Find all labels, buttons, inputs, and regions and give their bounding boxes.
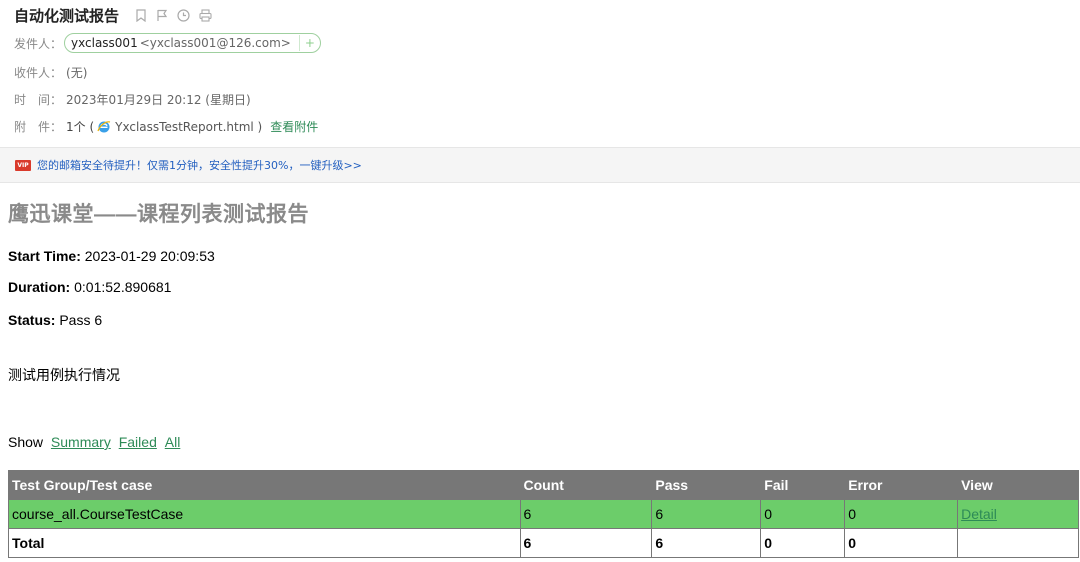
row-pass: 6 (651, 499, 762, 529)
header-pass: Pass (651, 470, 762, 500)
view-attachment-link[interactable]: 查看附件 (270, 118, 318, 135)
sender-email: <yxclass001@126.com> (139, 36, 291, 50)
ie-file-icon (97, 120, 111, 134)
attachment-filename[interactable]: YxclassTestReport.html ) (115, 120, 262, 134)
header-fail: Fail (760, 470, 846, 500)
detail-link[interactable]: Detail (961, 506, 997, 522)
row-error: 0 (844, 499, 959, 529)
attachment-info: 1个 ( YxclassTestReport.html ) 查看附件 (66, 118, 318, 135)
total-view (957, 528, 1079, 558)
table-row: course_all.CourseTestCase 6 6 0 0 Detail (8, 499, 1079, 529)
show-all-link[interactable]: All (165, 434, 181, 450)
to-label: 收件人： (14, 66, 63, 80)
total-fail: 0 (760, 528, 846, 558)
time-value: 2023年01月29日 20:12 (星期日) (66, 93, 251, 107)
status-label: Status: (8, 312, 56, 328)
start-time-label: Start Time: (8, 248, 81, 264)
row-test-case: course_all.CourseTestCase (8, 499, 521, 529)
from-label: 发件人： (14, 36, 63, 51)
attach-label: 附 件： (14, 120, 63, 134)
section-heading: 测试用例执行情况 (8, 367, 120, 383)
header-view: View (957, 470, 1079, 500)
sender-pill[interactable]: yxclass001 <yxclass001@126.com> + (64, 33, 321, 53)
status: Status: Pass 6 (8, 312, 102, 328)
duration: Duration: 0:01:52.890681 (8, 279, 171, 295)
time-row: 时 间： 2023年01月29日 20:12 (星期日) (14, 91, 251, 108)
test-report: 鹰迅课堂——课程列表测试报告 Start Time: 2023-01-29 20… (8, 182, 1079, 558)
duration-label: Duration: (8, 279, 71, 295)
attachment-row: 附 件： 1个 ( YxclassTestReport.html ) 查看附件 (14, 118, 318, 135)
total-count: 6 (519, 528, 653, 558)
subject-row: 自动化测试报告 (14, 4, 212, 26)
mail-subject: 自动化测试报告 (14, 6, 120, 25)
flag-icon[interactable] (156, 9, 168, 22)
show-summary-link[interactable]: Summary (51, 434, 111, 450)
bookmark-icon[interactable] (135, 8, 147, 22)
sender-row: 发件人： yxclass001 <yxclass001@126.com> + (14, 33, 321, 53)
to-value: (无) (66, 66, 88, 80)
header-test-case: Test Group/Test case (8, 470, 521, 500)
mail-header: 自动化测试报告 发件人： yxclass001 <yxclass001@126.… (0, 0, 1080, 147)
header-error: Error (844, 470, 959, 500)
status-value: Pass 6 (55, 312, 103, 328)
row-count: 6 (519, 499, 653, 529)
add-contact-button[interactable]: + (298, 35, 320, 51)
security-upgrade-link[interactable]: 您的邮箱安全待提升！仅需1分钟，安全性提升30%，一键升级>> (37, 157, 362, 173)
start-time: Start Time: 2023-01-29 20:09:53 (8, 248, 215, 264)
show-label: Show (8, 434, 44, 450)
vip-icon: VIP (15, 159, 31, 171)
total-row: Total 6 6 0 0 (8, 528, 1079, 558)
row-view: Detail (957, 499, 1079, 529)
row-fail: 0 (760, 499, 846, 529)
subject-actions (135, 8, 212, 22)
print-icon[interactable] (199, 8, 212, 22)
show-failed-link[interactable]: Failed (119, 434, 157, 450)
duration-value: 0:01:52.890681 (70, 279, 172, 295)
start-time-value: 2023-01-29 20:09:53 (80, 248, 215, 264)
result-table: Test Group/Test case Count Pass Fail Err… (8, 470, 1079, 558)
time-label: 时 间： (14, 93, 63, 107)
total-pass: 6 (651, 528, 762, 558)
recipient-row: 收件人： (无) (14, 64, 87, 81)
header-count: Count (519, 470, 653, 500)
total-error: 0 (844, 528, 959, 558)
table-header-row: Test Group/Test case Count Pass Fail Err… (8, 470, 1079, 500)
clock-icon[interactable] (177, 8, 190, 22)
security-banner: VIP 您的邮箱安全待提升！仅需1分钟，安全性提升30%，一键升级>> (0, 147, 1080, 183)
attach-count: 1个 ( (66, 120, 95, 134)
total-label: Total (8, 528, 521, 558)
report-title: 鹰迅课堂——课程列表测试报告 (8, 203, 309, 226)
sender-name: yxclass001 (71, 36, 138, 50)
show-filter: Show Summary Failed All (8, 434, 180, 450)
